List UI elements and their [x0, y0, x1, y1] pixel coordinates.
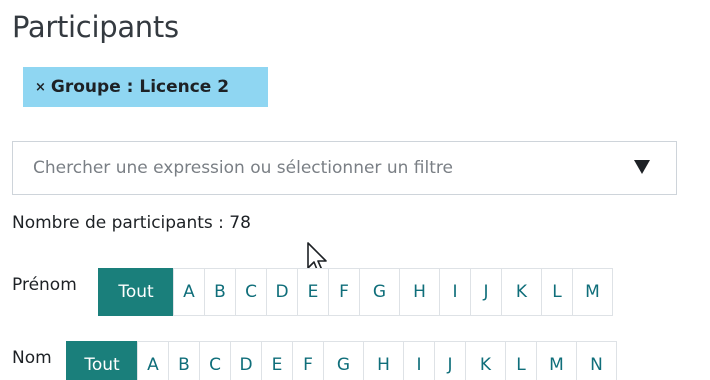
first-name-letter-c[interactable]: C	[235, 268, 267, 316]
last-name-letter-i[interactable]: I	[403, 341, 435, 380]
caret-down-icon[interactable]	[634, 160, 650, 174]
first-name-letter-h[interactable]: H	[399, 268, 440, 316]
remove-filter-icon[interactable]: ×	[35, 80, 46, 95]
last-name-letter-j[interactable]: J	[434, 341, 466, 380]
last-name-all-button[interactable]: Tout	[66, 341, 138, 380]
last-name-letter-a[interactable]: A	[137, 341, 169, 380]
last-name-letter-d[interactable]: D	[230, 341, 262, 380]
last-name-letter-b[interactable]: B	[168, 341, 200, 380]
first-name-letters: Tout ABCDEFGHIJKLM	[98, 268, 613, 316]
last-name-initials-bar: Nom Tout ABCDEFGHIJKLMN	[12, 341, 617, 380]
last-name-letter-h[interactable]: H	[363, 341, 404, 380]
first-name-letter-k[interactable]: K	[501, 268, 542, 316]
last-name-letters: Tout ABCDEFGHIJKLMN	[66, 341, 617, 380]
search-filter-input[interactable]: Chercher une expression ou sélectionner …	[12, 141, 677, 195]
first-name-letter-e[interactable]: E	[297, 268, 329, 316]
first-name-letter-i[interactable]: I	[439, 268, 471, 316]
first-name-letter-b[interactable]: B	[204, 268, 236, 316]
first-name-letter-l[interactable]: L	[541, 268, 573, 316]
participant-count: Nombre de participants : 78	[12, 213, 251, 233]
first-name-all-button[interactable]: Tout	[98, 268, 174, 316]
last-name-letter-k[interactable]: K	[465, 341, 506, 380]
last-name-letter-e[interactable]: E	[261, 341, 293, 380]
first-name-label: Prénom	[12, 275, 77, 295]
last-name-letter-c[interactable]: C	[199, 341, 231, 380]
filter-chip-label: Groupe : Licence 2	[50, 77, 230, 97]
last-name-letter-n[interactable]: N	[576, 341, 617, 380]
first-name-letter-d[interactable]: D	[266, 268, 298, 316]
last-name-letter-g[interactable]: G	[323, 341, 364, 380]
group-filter-chip[interactable]: × Groupe : Licence 2	[23, 67, 268, 107]
first-name-letter-g[interactable]: G	[359, 268, 400, 316]
search-placeholder: Chercher une expression ou sélectionner …	[33, 158, 453, 178]
last-name-letter-l[interactable]: L	[505, 341, 537, 380]
first-name-initials-bar: Prénom Tout ABCDEFGHIJKLM	[12, 268, 613, 316]
first-name-letter-j[interactable]: J	[470, 268, 502, 316]
first-name-letter-f[interactable]: F	[328, 268, 360, 316]
page-title: Participants	[12, 10, 179, 44]
first-name-letter-a[interactable]: A	[173, 268, 205, 316]
last-name-letter-f[interactable]: F	[292, 341, 324, 380]
last-name-letter-m[interactable]: M	[536, 341, 577, 380]
last-name-label: Nom	[12, 348, 52, 368]
participants-page: Participants × Groupe : Licence 2 Cherch…	[0, 0, 710, 380]
first-name-letter-m[interactable]: M	[572, 268, 613, 316]
